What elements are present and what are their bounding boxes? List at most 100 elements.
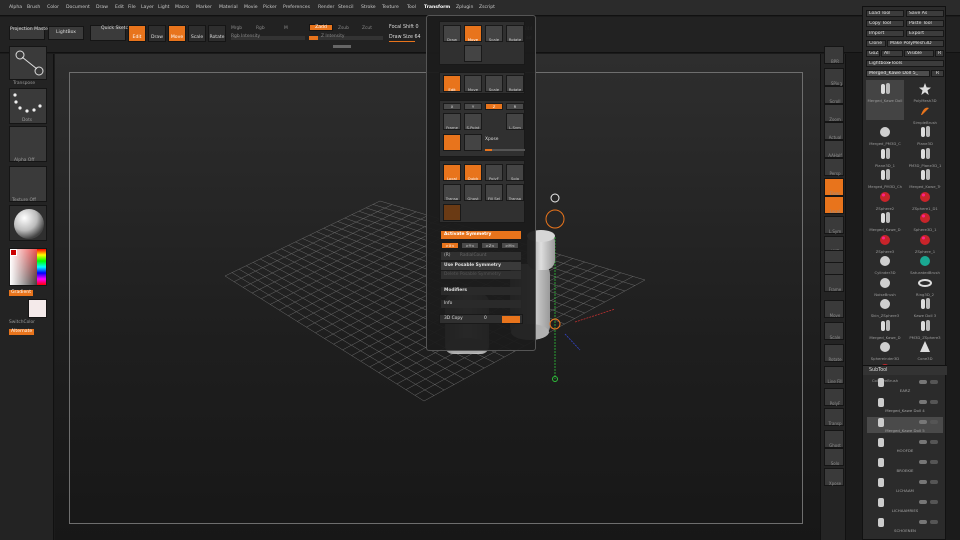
shelf-persp-button[interactable]: Persp bbox=[824, 158, 844, 176]
spoint-icon[interactable]: S.Point bbox=[464, 113, 482, 130]
sym-y-button[interactable]: Y bbox=[464, 103, 482, 110]
visible-button[interactable]: Visible bbox=[904, 50, 934, 57]
shelf-scale-button[interactable]: Scale bbox=[824, 322, 844, 340]
subtool-row[interactable]: BROEKIE bbox=[867, 457, 943, 473]
scale-button[interactable]: Scale bbox=[188, 25, 206, 42]
camera-icon[interactable] bbox=[464, 45, 482, 62]
copy-tool-button[interactable]: Copy Tool bbox=[866, 20, 904, 27]
pivot-icon[interactable] bbox=[443, 204, 461, 221]
subtool-polypaint-toggle[interactable] bbox=[930, 500, 938, 504]
sym-x-button[interactable]: X bbox=[443, 103, 461, 110]
menu-texture[interactable]: Texture bbox=[382, 5, 399, 10]
menu-edit[interactable]: Edit bbox=[115, 5, 124, 10]
shelf-frame-button[interactable]: Frame bbox=[824, 274, 844, 292]
draw-button[interactable]: Draw bbox=[148, 25, 166, 42]
subtool-polypaint-toggle[interactable] bbox=[930, 380, 938, 384]
menu-macro[interactable]: Macro bbox=[175, 5, 189, 10]
subtool-row[interactable]: EARZ bbox=[867, 377, 943, 393]
subtool-header[interactable]: SubTool bbox=[863, 365, 947, 375]
shelf-actual-button[interactable]: Actual bbox=[824, 122, 844, 140]
shelf-local-button[interactable]: Local bbox=[824, 196, 844, 214]
delete-posable-symmetry-button[interactable]: Delete Posable Symmetry bbox=[441, 271, 521, 279]
menu-stroke[interactable]: Stroke bbox=[361, 5, 376, 10]
rgb-intensity-slider[interactable]: Rgb Intensity bbox=[231, 34, 305, 40]
info-subpalette[interactable]: Info bbox=[441, 300, 521, 308]
tool-thumbnail[interactable]: Cone3D bbox=[906, 338, 944, 364]
current-tool-r-button[interactable]: R bbox=[931, 70, 944, 77]
menu-render[interactable]: Render bbox=[318, 5, 334, 10]
save-as-button[interactable]: Save As bbox=[906, 10, 944, 17]
hue-strip[interactable] bbox=[37, 249, 46, 285]
subtool-visibility-toggle[interactable] bbox=[919, 380, 927, 384]
sym-z-button[interactable]: Z bbox=[485, 103, 503, 110]
switchcolor-button[interactable]: SwitchColor bbox=[9, 320, 35, 325]
subtool-visibility-toggle[interactable] bbox=[919, 480, 927, 484]
subtool-row[interactable]: Merged_Kawe Doll 5 bbox=[867, 417, 943, 433]
r-button[interactable]: R bbox=[935, 50, 944, 57]
menu-marker[interactable]: Marker bbox=[196, 5, 212, 10]
transpose-start-circle[interactable] bbox=[550, 193, 560, 203]
solo-icon[interactable]: Solo bbox=[506, 164, 524, 181]
m-toggle[interactable]: M bbox=[284, 26, 288, 31]
clone-button[interactable]: Clone bbox=[866, 40, 886, 47]
alternate-button[interactable]: Alternate bbox=[9, 329, 35, 335]
edit-button[interactable]: Edit bbox=[128, 25, 146, 42]
copy3d-value[interactable]: 0 bbox=[484, 316, 487, 321]
sym-r-button[interactable]: R bbox=[506, 103, 524, 110]
shelf-scroll-handle[interactable] bbox=[333, 45, 351, 48]
quick-move-icon[interactable]: Move bbox=[464, 75, 482, 92]
subtool-visibility-toggle[interactable] bbox=[919, 460, 927, 464]
rgb-toggle[interactable]: Rgb bbox=[256, 26, 265, 31]
transp-icon[interactable]: Transp bbox=[443, 184, 461, 201]
paste-tool-button[interactable]: Paste Tool bbox=[906, 20, 944, 27]
frame-icon[interactable]: Frame bbox=[443, 113, 461, 130]
secondary-color-swatch[interactable] bbox=[28, 299, 47, 318]
projection-master-button[interactable]: Projection Master bbox=[9, 26, 50, 40]
activate-symmetry-button[interactable]: Activate Symmetry bbox=[441, 231, 521, 239]
menu-tool[interactable]: Tool bbox=[407, 5, 416, 10]
shelf-polyf-button[interactable]: PolyF bbox=[824, 388, 844, 406]
quick-rotate-icon[interactable]: Rotate bbox=[506, 75, 524, 92]
subtool-polypaint-toggle[interactable] bbox=[930, 520, 938, 524]
radial-count-slider[interactable]: RadialCount bbox=[460, 253, 487, 258]
shelf-line-fill-button[interactable]: Line Fill bbox=[824, 366, 844, 384]
shelf-ghost-button[interactable]: Ghost bbox=[824, 430, 844, 448]
menu-zscript[interactable]: Zscript bbox=[479, 5, 495, 10]
import-button[interactable]: Import bbox=[866, 30, 904, 37]
modifiers-subpalette[interactable]: Modifiers bbox=[441, 287, 521, 295]
menu-movie[interactable]: Movie bbox=[244, 5, 258, 10]
current-tool-slider[interactable]: Merged_Kawe Doll 5_ bbox=[866, 70, 930, 77]
shelf-scroll-button[interactable]: Scroll bbox=[824, 86, 844, 104]
color-picker[interactable] bbox=[9, 248, 47, 286]
transp-alt-icon[interactable]: Transp bbox=[506, 184, 524, 201]
menu-stencil[interactable]: Stencil bbox=[338, 5, 354, 10]
menu-zplugin[interactable]: Zplugin bbox=[456, 5, 473, 10]
brush-slot[interactable] bbox=[9, 46, 47, 80]
shelf-solo-button[interactable]: Solo bbox=[824, 448, 844, 466]
menu-picker[interactable]: Picker bbox=[263, 5, 277, 10]
shelf-aahalf-button[interactable]: AAHalf bbox=[824, 140, 844, 158]
lsym-active-icon[interactable] bbox=[443, 134, 461, 151]
axis-x-button[interactable]: >X< bbox=[441, 242, 459, 249]
quick-edit-icon[interactable]: Edit bbox=[443, 75, 461, 92]
use-posable-symmetry-button[interactable]: Use Posable Symmetry bbox=[441, 262, 521, 270]
shelf-transp-button[interactable]: Transp bbox=[824, 408, 844, 426]
lightbox-tools-button[interactable]: Lightbox▸Tools bbox=[866, 60, 944, 67]
menu-document[interactable]: Document bbox=[66, 5, 90, 10]
shelf-floor-button[interactable]: Floor bbox=[824, 178, 844, 196]
shelf-bpr-button[interactable]: BPR bbox=[824, 46, 844, 64]
texture-slot[interactable] bbox=[9, 166, 47, 202]
subtool-row[interactable]: HOOFDE bbox=[867, 437, 943, 453]
quick-icon[interactable]: Quick bbox=[464, 164, 482, 181]
axis-z-button[interactable]: >Z< bbox=[481, 242, 499, 249]
export-button[interactable]: Export bbox=[906, 30, 944, 37]
subtool-row[interactable]: LICHAAM bbox=[867, 477, 943, 493]
subtool-visibility-toggle[interactable] bbox=[919, 500, 927, 504]
move-button[interactable]: Move bbox=[168, 25, 186, 42]
zcut-toggle[interactable]: Zcut bbox=[362, 26, 372, 31]
local-sym-icon[interactable]: Local bbox=[443, 164, 461, 181]
transpose-move-circle[interactable] bbox=[545, 209, 565, 229]
subtool-visibility-toggle[interactable] bbox=[919, 400, 927, 404]
subtool-visibility-toggle[interactable] bbox=[919, 420, 927, 424]
subtool-polypaint-toggle[interactable] bbox=[930, 400, 938, 404]
